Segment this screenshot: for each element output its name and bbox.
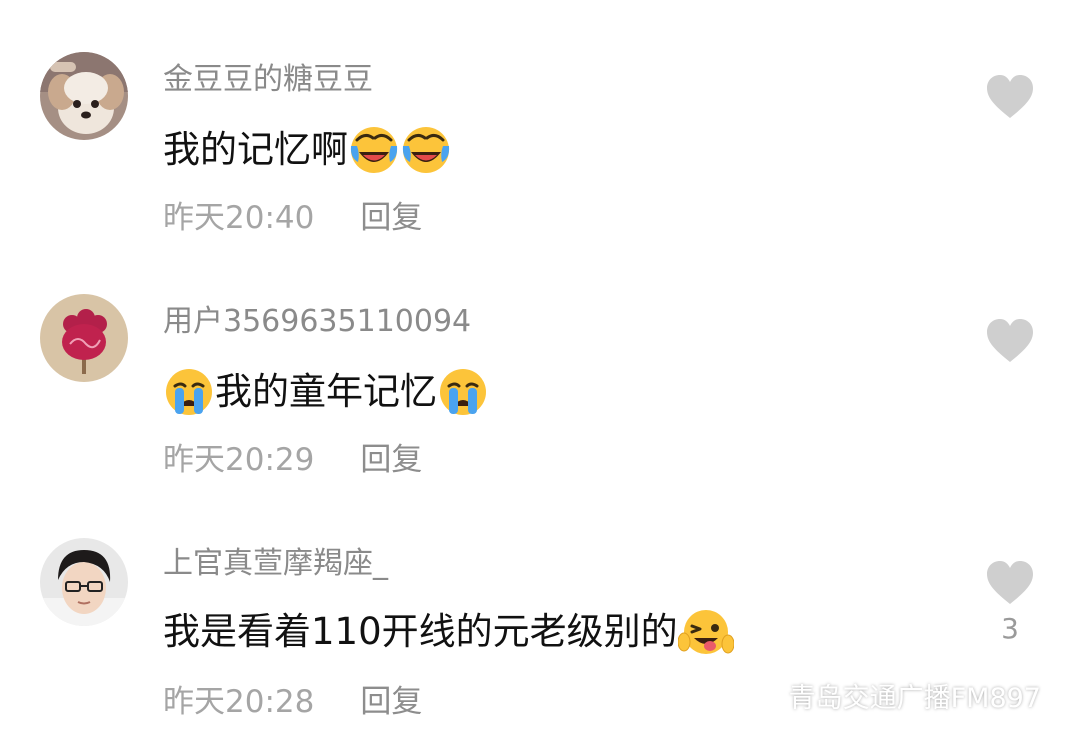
- comment-item: 金豆豆的糖豆豆 我的记忆啊 昨天20:40 回复: [0, 0, 1075, 240]
- comment-text-body: 我的童年记忆: [215, 370, 437, 413]
- watermark: 青岛交通广播FM897: [747, 676, 1041, 715]
- comment-text: 我是看着110开线的元老级别的: [163, 606, 734, 658]
- comment-time: 昨天20:40: [163, 200, 315, 236]
- comment-meta: 昨天20:28 回复: [163, 682, 422, 722]
- comment-username[interactable]: 用户3569635110094: [163, 304, 471, 340]
- comment-text-body: 我是看着110开线的元老级别的: [163, 610, 678, 653]
- comment-time: 昨天20:29: [163, 442, 315, 478]
- comment-username[interactable]: 金豆豆的糖豆豆: [163, 62, 373, 98]
- crying-emoji: [163, 366, 215, 418]
- heart-icon: [987, 561, 1033, 604]
- like-count: 3: [1001, 612, 1019, 645]
- reply-button[interactable]: 回复: [360, 442, 422, 478]
- comment-username[interactable]: 上官真萱摩羯座_: [163, 546, 388, 582]
- comment-item: 用户3569635110094 我的童年记忆 昨天20:29 回复: [0, 242, 1075, 482]
- user-avatar[interactable]: [40, 52, 128, 140]
- comment-time: 昨天20:28: [163, 684, 315, 720]
- wechat-icon: [747, 681, 783, 711]
- comment-text: 我的童年记忆: [163, 366, 489, 418]
- laughing-cry-emoji: [400, 124, 452, 176]
- comment-meta: 昨天20:29 回复: [163, 440, 422, 480]
- crying-emoji: [437, 366, 489, 418]
- user-avatar[interactable]: [40, 294, 128, 382]
- like-button[interactable]: [984, 318, 1036, 370]
- laughing-cry-emoji: [348, 124, 400, 176]
- like-button[interactable]: [984, 74, 1036, 126]
- heart-icon: [987, 75, 1033, 118]
- user-avatar[interactable]: [40, 538, 128, 626]
- winking-tongue-emoji: [677, 606, 734, 658]
- comment-meta: 昨天20:40 回复: [163, 198, 422, 238]
- reply-button[interactable]: 回复: [360, 200, 422, 236]
- like-button[interactable]: 3: [984, 560, 1036, 646]
- reply-button[interactable]: 回复: [360, 684, 422, 720]
- heart-icon: [987, 319, 1033, 362]
- comment-text: 我的记忆啊: [163, 124, 452, 176]
- watermark-text: 青岛交通广播FM897: [788, 683, 1041, 714]
- comment-text-body: 我的记忆啊: [163, 128, 348, 171]
